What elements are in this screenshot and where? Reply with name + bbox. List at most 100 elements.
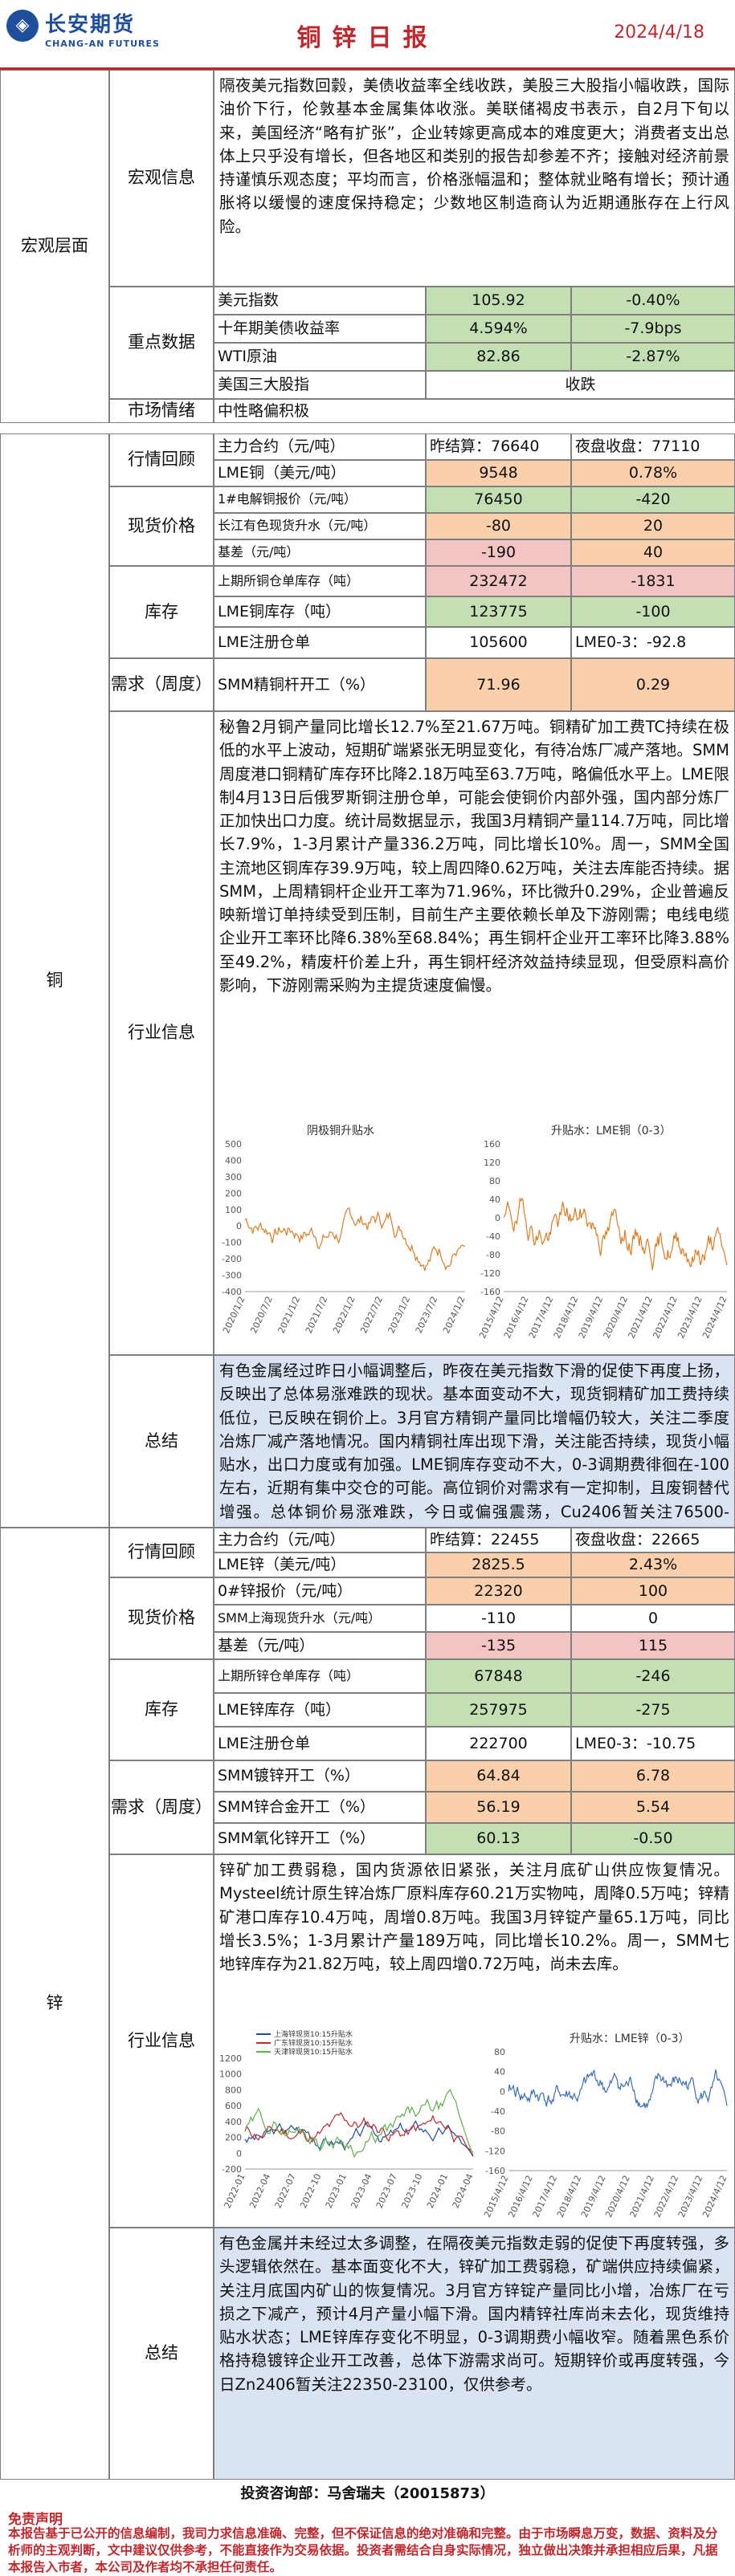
zn-spot-change-2: 115 (571, 1632, 735, 1659)
sentiment-label: 市场情绪 (109, 399, 214, 423)
cu-spot-value-1: -80 (426, 513, 571, 539)
legend-entry: 广东锌现货10:15升贴水 (274, 2038, 353, 2048)
disclaimer-text: 本报告基于已公开的信息编制，我司力求信息准确、完整，但不保证信息的绝对准确和完整… (8, 2526, 718, 2574)
y-tick-label: -300 (222, 1271, 242, 1281)
cu-industry-label: 行业信息 (109, 711, 214, 1355)
y-tick-label: 0 (495, 1213, 500, 1223)
zn-prev-close: 昨结算：22455 (426, 1528, 571, 1553)
x-tick-label: 2017/4/12 (527, 1295, 556, 1341)
cu-lme-value: 9548 (426, 460, 571, 486)
copper-section-label: 铜 (0, 433, 109, 1528)
x-tick-label: 2015/4/12 (482, 2174, 511, 2220)
zn-night-close: 夜盘收盘：22665 (571, 1528, 735, 1553)
zinc-section-label: 锌 (0, 1528, 109, 2480)
x-tick-label: 2021/1/2 (276, 1295, 303, 1335)
y-tick-label: -100 (222, 1238, 242, 1248)
x-tick-label: 2024/4/12 (700, 2174, 729, 2220)
x-tick-label: 2021/7/2 (304, 1295, 330, 1335)
cu-lme-change: 0.78% (571, 460, 735, 486)
cu-stock-change-2: LME0-3：-92.8 (571, 627, 735, 658)
zn-spot-name-1: SMM上海现货升水（元/吨） (214, 1605, 426, 1632)
zn-lme-spread-svg: 升贴水：LME锌（0-3） 80400-40-80-120-160 2015/4… (482, 2033, 729, 2220)
y-tick-label: 120 (484, 1158, 500, 1168)
x-tick-label: 2020/4/12 (602, 1295, 631, 1341)
zn-lme-spread-series-line (508, 2069, 728, 2109)
zn-spot-value-2: -135 (426, 1632, 571, 1659)
y-tick-label: -80 (491, 2126, 505, 2137)
x-tick-label: 2023/4/12 (676, 2174, 705, 2220)
zn-premium-chart: 上海锌现货10:15升贴水 广东锌现货10:15升贴水 天津锌现货10:15升贴水 … (214, 2026, 480, 2225)
cu-stock-change-1: -100 (571, 596, 735, 627)
x-tick-label: 2021/4/12 (627, 2174, 656, 2220)
wti-change: -2.87% (571, 343, 735, 371)
cu-stock-change-0: -1831 (571, 566, 735, 596)
cu-demand-name-0: SMM精铜杆开工（%） (214, 658, 426, 711)
cu-lme-name: LME铜（美元/吨） (214, 460, 426, 486)
x-tick-label: 2024-04 (451, 2172, 476, 2210)
zn-spot-name-2: 基差（元/吨） (214, 1632, 426, 1659)
y-tick-label: 40 (494, 2067, 505, 2077)
macro-info-text: 隔夜美元指数回豰，美债收益率全线收跌，美股三大股指小幅收跌，国际油价下行，伦敦基… (214, 70, 735, 287)
cu-spot-value-2: -190 (426, 539, 571, 566)
cu-stock-label: 库存 (109, 566, 214, 658)
dxy-change: -0.40% (571, 287, 735, 315)
x-tick-label: 2017/4/12 (531, 2174, 560, 2220)
y-tick-label: 80 (489, 1176, 500, 1186)
y-tick-label: 300 (225, 1172, 242, 1182)
zn-lme-change: 2.43% (571, 1553, 735, 1577)
x-tick-label: 2022/4/12 (652, 2174, 681, 2220)
zn-lme-value: 2825.5 (426, 1553, 571, 1577)
zn-industry-text: 锌矿加工费弱稳，国内货源依旧紧张，关注月底矿山供应恢复情况。Mysteel统计原… (219, 1861, 729, 1973)
cu-stock-name-0: 上期所铜仓单库存（吨） (214, 566, 426, 596)
zn-spot-change-0: 100 (571, 1577, 735, 1605)
sentiment-value: 中性略偏积极 (214, 399, 735, 423)
cu-demand-label: 需求（周度） (109, 658, 214, 711)
y-tick-label: 0 (236, 2148, 242, 2159)
dxy-name: 美元指数 (214, 287, 426, 315)
y-tick-label: 0 (500, 2086, 505, 2097)
cu-premium-series-line (244, 1207, 466, 1272)
y-tick-label: 600 (225, 2101, 242, 2111)
key-data-label: 重点数据 (109, 287, 214, 399)
zn-demand-value-0: 64.84 (426, 1760, 571, 1792)
cu-stock-value-0: 232472 (426, 566, 571, 596)
x-tick-label: 2022-07 (273, 2172, 298, 2210)
zn-lme-spread-chart: 升贴水：LME锌（0-3） 80 40 0 -40 -80 -120 -160 2015/4… (481, 2026, 733, 2225)
x-tick-label: 2019/4/12 (579, 2174, 608, 2220)
y-tick-label: 200 (225, 1188, 242, 1198)
cu-stock-name-2: LME注册仓单 (214, 627, 426, 658)
x-tick-label: 2020/1/2 (221, 1295, 247, 1335)
cu-stock-value-1: 123775 (426, 596, 571, 627)
zn-spot-name-0: 0#锌报价（元/吨） (214, 1577, 426, 1605)
zn-review-label: 行情回顾 (109, 1528, 214, 1577)
y-tick-label: -40 (486, 1231, 500, 1242)
us-indices-value: 收跌 (426, 371, 735, 399)
chart-title: 阴极铜升贴水 (307, 1125, 374, 1137)
cu-lme-spread-series-line (503, 1197, 728, 1271)
cu-prev-close: 昨结算：76640 (426, 433, 571, 460)
cu-spot-name-1: 长江有色现货升水（元/吨） (214, 513, 426, 539)
zn-lme-name: LME锌（美元/吨） (214, 1553, 426, 1577)
y-tick-label: 40 (489, 1194, 500, 1205)
legend-entry: 上海锌现货10:15升贴水 (274, 2029, 353, 2039)
x-tick-label: 2022/7/2 (358, 1295, 385, 1335)
zn-stock-change-1: -275 (571, 1693, 735, 1727)
y-tick-label: 160 (484, 1139, 500, 1150)
y-tick-label: -40 (491, 2106, 505, 2117)
y-tick-label: -120 (480, 1268, 500, 1279)
cu-spot-change-1: 20 (571, 513, 735, 539)
cu-summary-label: 总结 (109, 1355, 214, 1528)
zn-demand-name-2: SMM氧化锌开工（%） (214, 1823, 426, 1854)
x-tick-label: 2018/4/12 (555, 2174, 584, 2220)
zn-demand-change-2: -0.50 (571, 1823, 735, 1854)
legend-entry: 天津锌现货10:15升贴水 (274, 2047, 353, 2057)
y-tick-label: 80 (494, 2047, 505, 2057)
ust10y-name: 十年期美债收益率 (214, 315, 426, 343)
cu-demand-value-0: 71.96 (426, 658, 571, 711)
cu-main-contract: 主力合约（元/吨） (214, 433, 426, 460)
zn-stock-name-1: LME锌库存（吨） (214, 1693, 426, 1727)
tj-zinc-premium-line (244, 2088, 474, 2159)
x-tick-label: 2023-10 (399, 2172, 424, 2210)
zn-demand-value-1: 56.19 (426, 1792, 571, 1823)
y-tick-label: -80 (486, 1250, 500, 1260)
